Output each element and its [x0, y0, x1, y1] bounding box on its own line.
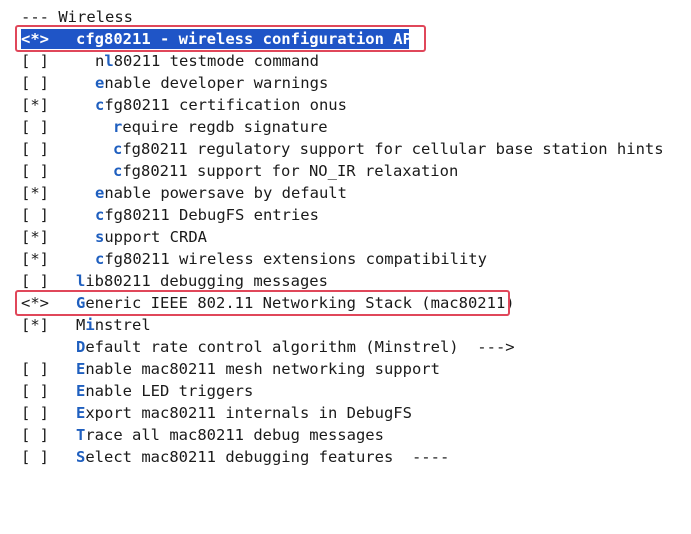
item-label: Default rate control algorithm (Minstrel…	[76, 338, 515, 356]
item-label: Export mac80211 internals in DebugFS	[76, 404, 412, 422]
item-label: enable powersave by default	[95, 184, 347, 202]
item-hotkey: r	[113, 118, 123, 136]
item-hotkey: c	[95, 96, 105, 114]
item-label: Enable mac80211 mesh networking support	[76, 360, 440, 378]
item-state[interactable]: [ ]	[21, 402, 49, 424]
menu-item-support-crda[interactable]: [*] support CRDA	[0, 226, 691, 248]
menu-item-no-ir-relaxation[interactable]: [ ] cfg80211 support for NO_IR relaxatio…	[0, 160, 691, 182]
item-state[interactable]: [ ]	[21, 358, 49, 380]
menu-item-nl80211-testmode[interactable]: [ ] nl80211 testmode command	[0, 50, 691, 72]
item-label: enable developer warnings	[95, 74, 329, 92]
item-label: support CRDA	[95, 228, 207, 246]
item-hotkey: s	[95, 228, 105, 246]
item-hotkey: c	[95, 206, 105, 224]
item-state[interactable]: [ ]	[21, 50, 49, 72]
item-label: cfg80211 support for NO_IR relaxation	[113, 162, 459, 180]
item-label: lib80211 debugging messages	[76, 272, 328, 290]
item-state[interactable]: [ ]	[21, 116, 49, 138]
item-state[interactable]: [ ]	[21, 270, 49, 292]
item-hotkey: E	[76, 360, 86, 378]
item-state[interactable]: [ ]	[21, 204, 49, 226]
item-label: Enable LED triggers	[76, 382, 254, 400]
item-label: cfg80211 regulatory support for cellular…	[113, 140, 664, 158]
item-label: nl80211 testmode command	[95, 52, 319, 70]
menu-item-default-rate-control[interactable]: Default rate control algorithm (Minstrel…	[0, 336, 691, 358]
item-state[interactable]: [*]	[21, 94, 49, 116]
item-state[interactable]: [ ]	[21, 160, 49, 182]
submenu-arrow: --->	[458, 338, 515, 356]
menu-item-minstrel[interactable]: [*] Minstrel	[0, 314, 691, 336]
item-state[interactable]: [ ]	[21, 446, 49, 468]
highlight-box-mac80211	[15, 290, 510, 316]
item-label: cfg80211 wireless extensions compatibili…	[95, 250, 487, 268]
menu-item-powersave-default[interactable]: [*] enable powersave by default	[0, 182, 691, 204]
item-state[interactable]: [ ]	[21, 72, 49, 94]
item-state[interactable]: [*]	[21, 182, 49, 204]
item-state[interactable]: [*]	[21, 248, 49, 270]
menu-item-cellular-hints[interactable]: [ ] cfg80211 regulatory support for cell…	[0, 138, 691, 160]
item-label: require regdb signature	[113, 118, 328, 136]
menu-item-trace-debug[interactable]: [ ] Trace all mac80211 debug messages	[0, 424, 691, 446]
item-state[interactable]: [ ]	[21, 424, 49, 446]
item-hotkey: E	[76, 382, 86, 400]
item-label: Minstrel	[76, 316, 151, 334]
item-hotkey: i	[85, 316, 95, 334]
kconfig-menu: --- Wireless <*> cfg80211 - wireless con…	[0, 6, 691, 468]
menu-item-lib80211-debug[interactable]: [ ] lib80211 debugging messages	[0, 270, 691, 292]
menu-item-debugfs-entries[interactable]: [ ] cfg80211 DebugFS entries	[0, 204, 691, 226]
item-hotkey: D	[76, 338, 86, 356]
item-state[interactable]: [*]	[21, 314, 49, 336]
item-hotkey: c	[113, 162, 123, 180]
menu-item-developer-warnings[interactable]: [ ] enable developer warnings	[0, 72, 691, 94]
item-label: cfg80211 certification onus	[95, 96, 347, 114]
item-hotkey: T	[76, 426, 86, 444]
menu-item-led-triggers[interactable]: [ ] Enable LED triggers	[0, 380, 691, 402]
item-state[interactable]: [ ]	[21, 380, 49, 402]
item-hotkey: e	[95, 184, 105, 202]
menu-item-mesh-networking[interactable]: [ ] Enable mac80211 mesh networking supp…	[0, 358, 691, 380]
item-hotkey: c	[95, 250, 105, 268]
item-hotkey: E	[76, 404, 86, 422]
menu-item-select-debug-features[interactable]: [ ] Select mac80211 debugging features -…	[0, 446, 691, 468]
item-label: Select mac80211 debugging features ----	[76, 448, 450, 466]
menu-item-regdb-signature[interactable]: [ ] require regdb signature	[0, 116, 691, 138]
menu-item-export-debugfs[interactable]: [ ] Export mac80211 internals in DebugFS	[0, 402, 691, 424]
highlight-box-cfg80211	[15, 25, 426, 52]
submenu-arrow: ----	[393, 448, 450, 466]
item-hotkey: c	[113, 140, 123, 158]
item-label: Trace all mac80211 debug messages	[76, 426, 384, 444]
menu-item-wext-compat[interactable]: [*] cfg80211 wireless extensions compati…	[0, 248, 691, 270]
menu-item-certification-onus[interactable]: [*] cfg80211 certification onus	[0, 94, 691, 116]
item-label: cfg80211 DebugFS entries	[95, 206, 319, 224]
item-hotkey: l	[76, 272, 86, 290]
item-hotkey: S	[76, 448, 86, 466]
item-hotkey: e	[95, 74, 105, 92]
item-state[interactable]: [ ]	[21, 138, 49, 160]
item-hotkey: l	[104, 52, 114, 70]
item-state[interactable]: [*]	[21, 226, 49, 248]
